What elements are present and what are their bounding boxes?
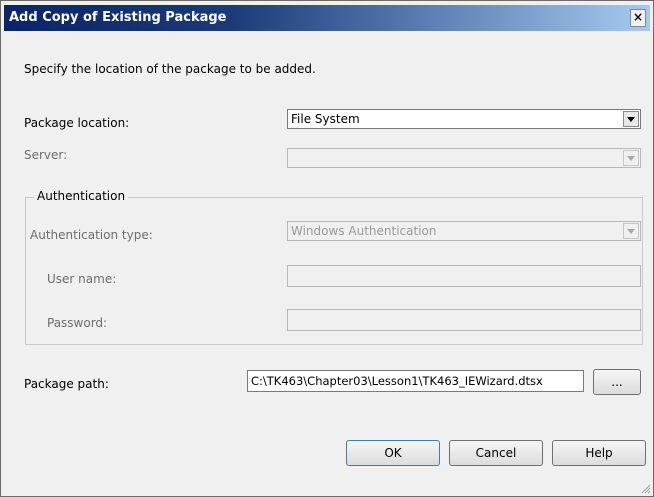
package-path-value: C:\TK463\Chapter03\Lesson1\TK463_IEWizar… bbox=[251, 374, 543, 388]
username-field[interactable] bbox=[287, 265, 641, 287]
instruction-text: Specify the location of the package to b… bbox=[24, 62, 316, 76]
package-path-field[interactable]: C:\TK463\Chapter03\Lesson1\TK463_IEWizar… bbox=[247, 370, 584, 392]
authentication-type-label: Authentication type: bbox=[30, 228, 153, 242]
dialog-window: Add Copy of Existing Package × Specify t… bbox=[0, 0, 654, 497]
password-label: Password: bbox=[47, 316, 108, 330]
authentication-type-value: Windows Authentication bbox=[291, 224, 437, 238]
package-location-value: File System bbox=[291, 112, 360, 126]
help-button[interactable]: Help bbox=[552, 440, 646, 466]
close-button[interactable]: × bbox=[630, 9, 646, 27]
resize-grip-icon[interactable] bbox=[641, 484, 651, 494]
package-location-label: Package location: bbox=[24, 116, 130, 130]
chevron-down-icon[interactable] bbox=[623, 223, 639, 239]
authentication-group-title: Authentication bbox=[34, 189, 129, 203]
title-bar[interactable]: Add Copy of Existing Package × bbox=[4, 5, 650, 31]
browse-button[interactable]: ... bbox=[593, 369, 641, 395]
server-dropdown[interactable] bbox=[287, 148, 641, 168]
username-label: User name: bbox=[47, 272, 117, 286]
package-path-label: Package path: bbox=[24, 377, 109, 391]
cancel-button[interactable]: Cancel bbox=[449, 440, 543, 466]
package-location-dropdown[interactable]: File System bbox=[287, 109, 641, 129]
authentication-type-dropdown[interactable]: Windows Authentication bbox=[287, 221, 641, 241]
ok-button[interactable]: OK bbox=[346, 440, 440, 466]
chevron-down-icon[interactable] bbox=[623, 150, 639, 166]
server-label: Server: bbox=[24, 148, 68, 162]
password-field[interactable] bbox=[287, 309, 641, 331]
close-icon: × bbox=[632, 10, 644, 24]
chevron-down-icon[interactable] bbox=[623, 111, 639, 127]
dialog-title: Add Copy of Existing Package bbox=[9, 10, 227, 25]
